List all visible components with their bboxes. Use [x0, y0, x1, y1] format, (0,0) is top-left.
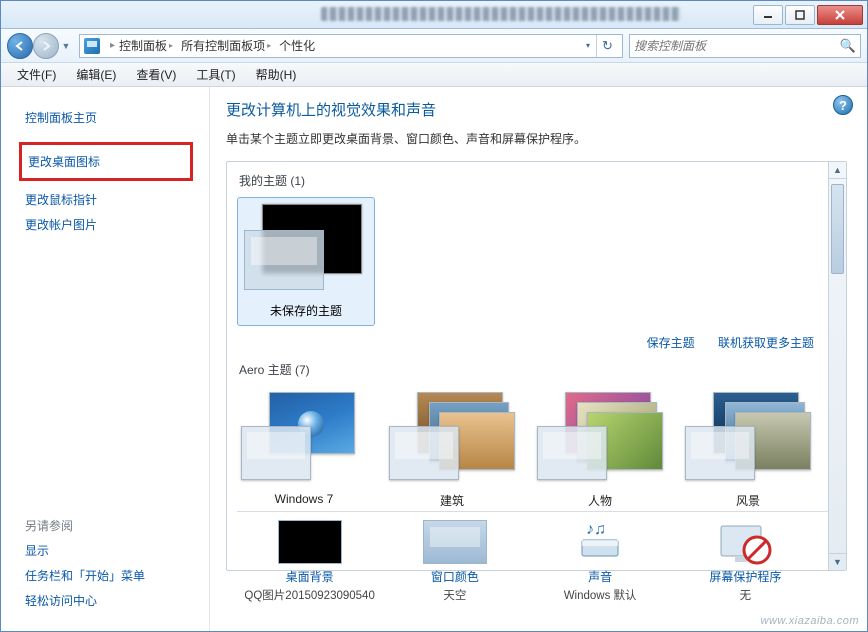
menu-file[interactable]: 文件(F): [7, 63, 66, 86]
address-dropdown-icon[interactable]: ▾: [580, 41, 596, 50]
window-color-value: 天空: [385, 587, 525, 603]
breadcrumb-leaf[interactable]: 个性化: [279, 37, 315, 54]
scroll-thumb[interactable]: [831, 184, 844, 274]
sound-label: 声音: [530, 568, 670, 585]
close-button[interactable]: [817, 5, 863, 25]
page-subdesc: 单击某个主题立即更改桌面背景、窗口颜色、声音和屏幕保护程序。: [226, 130, 847, 147]
screensaver-label: 屏幕保护程序: [675, 568, 815, 585]
see-also-ease-of-access[interactable]: 轻松访问中心: [25, 588, 193, 613]
breadcrumb-mid[interactable]: 所有控制面板项: [181, 37, 265, 54]
window-color-icon: [423, 520, 487, 564]
page-heading: 更改计算机上的视觉效果和声音: [226, 99, 847, 120]
get-more-themes-link[interactable]: 联机获取更多主题: [718, 336, 814, 350]
window-frame: ▼ ▸ 控制面板▸ 所有控制面板项▸ 个性化 ▾ ↻ 🔍 文件(F) 编辑(E)…: [0, 0, 868, 632]
sidebar-change-desktop-icons[interactable]: 更改桌面图标: [28, 149, 184, 174]
aero-theme-windows7[interactable]: Windows 7: [241, 392, 367, 509]
highlight-box: 更改桌面图标: [19, 142, 193, 181]
see-also-header: 另请参阅: [25, 517, 193, 538]
see-also-taskbar[interactable]: 任务栏和「开始」菜单: [25, 563, 193, 588]
sidebar: 控制面板主页 更改桌面图标 更改鼠标指针 更改帐户图片 另请参阅 显示 任务栏和…: [1, 87, 209, 631]
sidebar-home[interactable]: 控制面板主页: [25, 105, 193, 140]
sound-icon: ♪♫: [568, 520, 632, 564]
sidebar-change-account-picture[interactable]: 更改帐户图片: [25, 212, 193, 237]
screensaver-icon: [713, 520, 777, 564]
sidebar-change-mouse-pointers[interactable]: 更改鼠标指针: [25, 187, 193, 212]
scroll-down-button[interactable]: ▼: [829, 553, 846, 570]
svg-text:♪♫: ♪♫: [586, 521, 606, 538]
nav-row: ▼ ▸ 控制面板▸ 所有控制面板项▸ 个性化 ▾ ↻ 🔍: [1, 29, 867, 63]
address-bar[interactable]: ▸ 控制面板▸ 所有控制面板项▸ 个性化 ▾ ↻: [79, 34, 623, 58]
search-icon[interactable]: 🔍: [840, 38, 856, 54]
window-controls: [751, 5, 863, 25]
aero-themes-header: Aero 主题 (7): [239, 361, 836, 378]
my-theme-label: 未保存的主题: [244, 302, 368, 319]
my-theme-thumbnail: [244, 204, 368, 296]
forward-button[interactable]: [33, 33, 59, 59]
search-input[interactable]: [634, 39, 840, 53]
aero-theme-label: 建筑: [389, 492, 515, 509]
aero-themes-row: Windows 7 建筑 人物 风景: [237, 386, 836, 509]
aero-theme-label: Windows 7: [241, 492, 367, 506]
aero-theme-label: 人物: [537, 492, 663, 509]
aero-theme-landscape[interactable]: 风景: [685, 392, 811, 509]
save-theme-link[interactable]: 保存主题: [647, 336, 695, 350]
control-panel-icon: [84, 38, 100, 54]
desktop-background-icon: [278, 520, 342, 564]
titlebar: [1, 1, 867, 29]
aero-theme-architecture[interactable]: 建筑: [389, 392, 515, 509]
sound-value: Windows 默认: [530, 587, 670, 603]
watermark: www.xiazaiba.com: [761, 615, 859, 627]
theme-components-row: 桌面背景 QQ图片20150923090540 窗口颜色 天空 ♪♫ 声音 Wi…: [237, 511, 836, 603]
window-color-setting[interactable]: 窗口颜色 天空: [385, 520, 525, 603]
desktop-background-label: 桌面背景: [240, 568, 380, 585]
refresh-button[interactable]: ↻: [596, 35, 618, 57]
menubar: 文件(F) 编辑(E) 查看(V) 工具(T) 帮助(H): [1, 63, 867, 87]
see-also-display[interactable]: 显示: [25, 538, 193, 563]
see-also-links: 显示 任务栏和「开始」菜单 轻松访问中心: [25, 538, 193, 621]
menu-tools[interactable]: 工具(T): [186, 63, 245, 86]
history-dropdown[interactable]: ▼: [59, 33, 73, 59]
my-theme-item[interactable]: 未保存的主题: [237, 197, 375, 326]
nav-arrows: ▼: [7, 33, 73, 59]
titlebar-blurred-text: [321, 7, 681, 21]
sound-setting[interactable]: ♪♫ 声音 Windows 默认: [530, 520, 670, 603]
window-color-label: 窗口颜色: [385, 568, 525, 585]
my-themes-header: 我的主题 (1): [239, 172, 836, 189]
maximize-button[interactable]: [785, 5, 815, 25]
breadcrumb-root[interactable]: 控制面板: [119, 37, 167, 54]
theme-action-links: 保存主题 联机获取更多主题: [237, 326, 836, 359]
menu-help[interactable]: 帮助(H): [246, 63, 307, 86]
scroll-up-button[interactable]: ▲: [829, 162, 846, 179]
search-box[interactable]: 🔍: [629, 34, 861, 58]
screensaver-setting[interactable]: 屏幕保护程序 无: [675, 520, 815, 603]
aero-theme-label: 风景: [685, 492, 811, 509]
content-area: 控制面板主页 更改桌面图标 更改鼠标指针 更改帐户图片 另请参阅 显示 任务栏和…: [1, 87, 867, 631]
screensaver-value: 无: [675, 587, 815, 603]
desktop-background-setting[interactable]: 桌面背景 QQ图片20150923090540: [240, 520, 380, 603]
help-icon[interactable]: ?: [833, 95, 853, 115]
menu-edit[interactable]: 编辑(E): [66, 63, 126, 86]
desktop-background-value: QQ图片20150923090540: [240, 587, 380, 603]
main-panel: ? 更改计算机上的视觉效果和声音 单击某个主题立即更改桌面背景、窗口颜色、声音和…: [209, 87, 867, 631]
aero-theme-characters[interactable]: 人物: [537, 392, 663, 509]
back-button[interactable]: [7, 33, 33, 59]
themes-panel: ▲ ▼ 我的主题 (1) 未保存的主题 保存主题 联机获取更多主题 Aero 主…: [226, 161, 847, 571]
breadcrumb-sep-icon: ▸: [106, 40, 119, 51]
minimize-button[interactable]: [753, 5, 783, 25]
menu-view[interactable]: 查看(V): [126, 63, 186, 86]
